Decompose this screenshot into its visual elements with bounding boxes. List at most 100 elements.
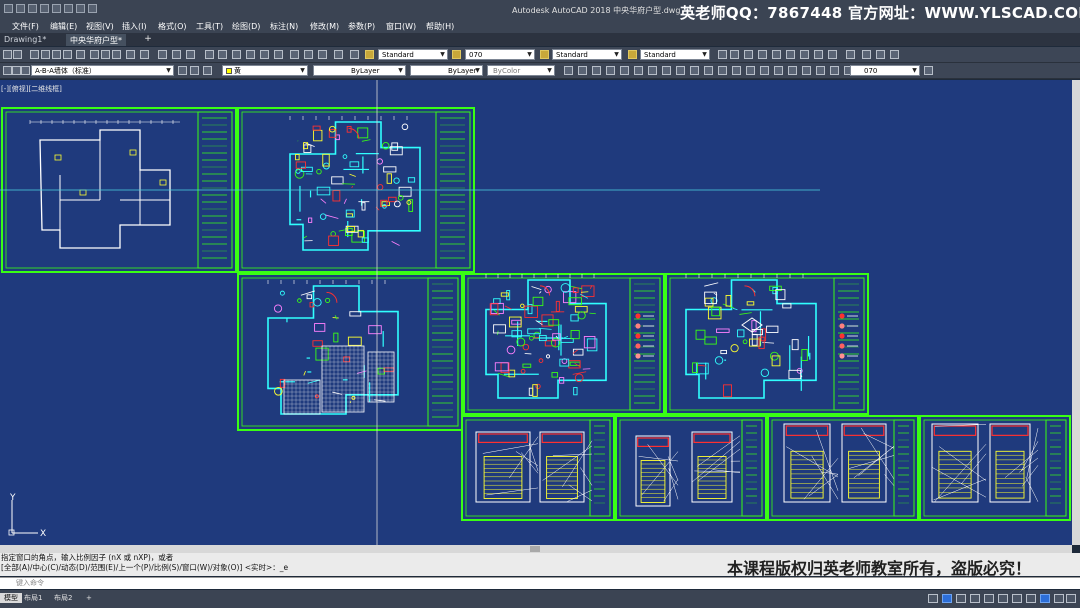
add-layout-button[interactable]: + [82,593,96,603]
status-toggle-icon[interactable] [956,594,966,603]
dimension-tool-icon[interactable] [690,66,699,75]
status-toggle-icon[interactable] [984,594,994,603]
dimension-tool-icon[interactable] [676,66,685,75]
toolbar-tool-icon[interactable] [772,50,781,59]
mleader-style-select[interactable]: Standard ▼ [640,49,710,60]
toolbar-tool-icon[interactable] [828,50,837,59]
layer-state-icon[interactable] [12,66,21,75]
drawing-sheet-elevation-4[interactable] [919,415,1071,521]
toolbar-tool-icon[interactable] [862,50,871,59]
scrollbar-thumb[interactable] [530,546,540,552]
dimension-tool-icon[interactable] [662,66,671,75]
dimension-tool-icon[interactable] [816,66,825,75]
dimension-tool-icon[interactable] [704,66,713,75]
toolbar-tool-icon[interactable] [744,50,753,59]
status-toggle-icon[interactable] [1066,594,1076,603]
menu-item[interactable]: 编辑(E) [50,21,77,32]
dimension-tool-icon[interactable] [830,66,839,75]
tab-current-drawing[interactable]: 中央华府户型* [66,34,126,46]
save-as-icon[interactable] [52,4,61,13]
toolbar-tool-icon[interactable] [786,50,795,59]
tab-model[interactable]: 模型 [0,593,22,603]
toolbar-tool-icon[interactable] [90,50,99,59]
drawing-sheet-elevation-1[interactable] [461,415,615,521]
linetype-select[interactable]: ByLayer ▼ [313,65,406,76]
toolbar-tool-icon[interactable] [76,50,85,59]
dim-style-select-2[interactable]: 070 ▼ [850,65,920,76]
toolbar-tool-icon[interactable] [205,50,214,59]
menu-item[interactable]: 帮助(H) [426,21,454,32]
dimension-tool-icon[interactable] [788,66,797,75]
menu-item[interactable]: 修改(M) [310,21,339,32]
dim-style-select[interactable]: 070 ▼ [465,49,535,60]
menu-item[interactable]: 标注(N) [270,21,298,32]
layer-tool-icon[interactable] [203,66,212,75]
app-menu-icon[interactable] [4,4,13,13]
dimension-tool-icon[interactable] [774,66,783,75]
menu-item[interactable]: 工具(T) [196,21,223,32]
toolbar-tool-icon[interactable] [126,50,135,59]
status-toggle-icon[interactable] [998,594,1008,603]
menu-item[interactable]: 窗口(W) [386,21,416,32]
dimension-tool-icon[interactable] [802,66,811,75]
dimension-tool-icon[interactable] [592,66,601,75]
dimension-tool-icon[interactable] [564,66,573,75]
toolbar-tool-icon[interactable] [290,50,299,59]
dimension-tool-icon[interactable] [578,66,587,75]
status-toggle-icon[interactable] [1012,594,1022,603]
toolbar-tool-icon[interactable] [334,50,343,59]
layer-state-icon[interactable] [21,66,30,75]
toolbar-tool-icon[interactable] [172,50,181,59]
menu-item[interactable]: 视图(V) [86,21,114,32]
toolbar-tool-icon[interactable] [350,50,359,59]
toolbar-tool-icon[interactable] [304,50,313,59]
toolbar-tool-icon[interactable] [730,50,739,59]
dimension-tool-icon[interactable] [634,66,643,75]
status-toggle-icon[interactable] [942,594,952,603]
toolbar-tool-icon[interactable] [846,50,855,59]
menu-item[interactable]: 格式(O) [158,21,187,32]
tab-drawing1[interactable]: Drawing1* [0,34,50,46]
tab-layout2[interactable]: 布局2 [50,593,76,603]
drawing-sheet-ceiling-plan[interactable] [665,273,869,415]
dimension-tool-icon[interactable] [620,66,629,75]
toolbar-tool-icon[interactable] [140,50,149,59]
text-style-select[interactable]: Standard ▼ [378,49,448,60]
toolbar-tool-icon[interactable] [246,50,255,59]
toolbar-tool-icon[interactable] [112,50,121,59]
layer-tool-icon[interactable] [190,66,199,75]
new-icon[interactable] [16,4,25,13]
toolbar-tool-icon[interactable] [232,50,241,59]
menu-item[interactable]: 参数(P) [348,21,375,32]
toolbar-tool-icon[interactable] [158,50,167,59]
status-toggle-icon[interactable] [1026,594,1036,603]
new-tab-button[interactable]: + [142,34,154,45]
toolbar-tool-icon[interactable] [274,50,283,59]
layer-state-icon[interactable] [3,66,12,75]
toolbar-tool-icon[interactable] [876,50,885,59]
drawing-sheet-elevation-3[interactable] [767,415,919,521]
open-icon[interactable] [28,4,37,13]
plotstyle-select[interactable]: ByColor ▼ [487,65,555,76]
toolbar-tool-icon[interactable] [718,50,727,59]
table-style-select[interactable]: Standard ▼ [552,49,622,60]
toolbar-tool-icon[interactable] [3,50,12,59]
layer-tool-icon[interactable] [178,66,187,75]
toolbar-tool-icon[interactable] [13,50,22,59]
redo-icon[interactable] [88,4,97,13]
toolbar-tool-icon[interactable] [218,50,227,59]
save-icon[interactable] [40,4,49,13]
dimension-tool-icon[interactable] [760,66,769,75]
dimension-tool-icon[interactable] [648,66,657,75]
menu-item[interactable]: 文件(F) [12,21,39,32]
toolbar-tool-icon[interactable] [800,50,809,59]
dimension-tool-icon[interactable] [732,66,741,75]
drawing-canvas[interactable]: YX [0,80,1072,545]
toolbar-tool-icon[interactable] [318,50,327,59]
status-toggle-icon[interactable] [970,594,980,603]
toolbar-tool-icon[interactable] [63,50,72,59]
toolbar-tool-icon[interactable] [260,50,269,59]
drawing-viewport[interactable]: [-][俯视][二维线框] YX [0,80,1072,545]
toolbar-tool-icon[interactable] [52,50,61,59]
toolbar-tool-icon[interactable] [890,50,899,59]
